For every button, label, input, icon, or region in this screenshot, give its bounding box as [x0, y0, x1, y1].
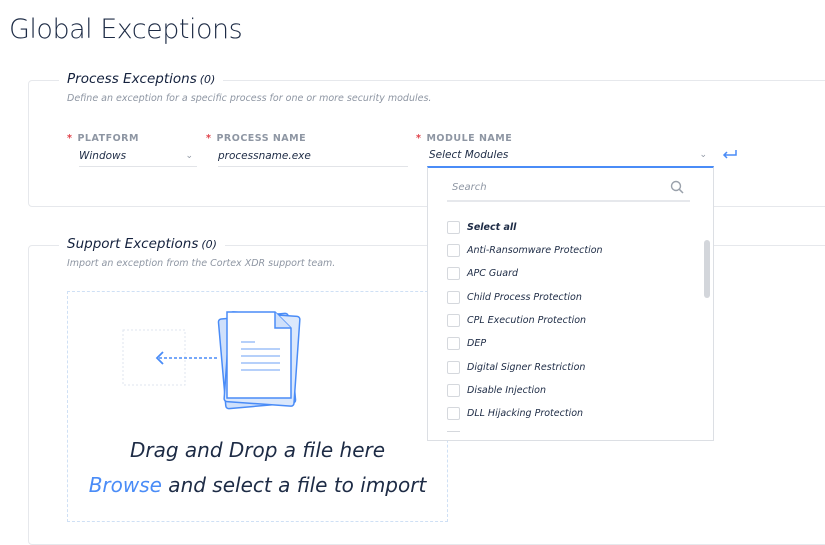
module-option[interactable]: APC Guard [447, 267, 519, 281]
required-mark: * [206, 133, 212, 144]
label-text: PLATFORM [77, 133, 139, 144]
checkbox[interactable] [447, 407, 460, 421]
next-item-partial [447, 431, 460, 432]
option-label: DEP [467, 338, 487, 350]
platform-value: Windows [79, 150, 127, 162]
process-name-input[interactable]: processname.exe [218, 150, 408, 167]
checkbox[interactable] [447, 221, 460, 234]
select-all-option[interactable]: Select all [447, 221, 516, 234]
checkbox[interactable] [447, 383, 460, 397]
option-label: Anti-Ransomware Protection [467, 245, 603, 256]
option-label: DLL Hijacking Protection [467, 408, 584, 420]
module-option[interactable]: Disable Injection [447, 383, 546, 397]
option-label: Select all [467, 222, 517, 233]
browse-link[interactable]: Browse [89, 473, 162, 497]
search-icon [670, 180, 684, 194]
process-name-value: processname.exe [218, 150, 311, 162]
module-option[interactable]: DLL Hijacking Protection [447, 407, 584, 421]
file-drop-zone[interactable]: Drag and Drop a file here Browse and sel… [67, 291, 448, 522]
count: (0) [199, 73, 216, 86]
label-text: MODULE NAME [426, 133, 513, 144]
option-label: Child Process Protection [467, 291, 582, 303]
chevron-down-icon: ⌄ [699, 150, 707, 160]
option-label: Digital Signer Restriction [467, 361, 586, 373]
file-upload-illustration [122, 311, 301, 410]
module-value: Select Modules [429, 149, 509, 161]
module-option[interactable]: Anti-Ransomware Protection [447, 244, 603, 257]
chevron-down-icon: ⌄ [185, 151, 193, 161]
section-title: Process Exceptions [67, 71, 197, 87]
support-exceptions-title: Support Exceptions (0) [59, 236, 225, 252]
checkbox[interactable] [447, 337, 460, 351]
support-exceptions-description: Import an exception from the Cortex XDR … [67, 258, 336, 269]
required-mark: * [67, 133, 73, 144]
platform-select[interactable]: Windows ⌄ [79, 150, 197, 167]
checkbox[interactable] [447, 244, 460, 257]
module-dropdown: Search Select all Anti-Ransomware Protec… [427, 166, 714, 441]
module-option[interactable]: DEP [447, 337, 487, 351]
module-option[interactable]: CPL Execution Protection [447, 313, 587, 327]
drop-instruction: Drag and Drop a file here [129, 438, 386, 462]
checkbox[interactable] [447, 267, 460, 281]
browse-rest-text: and select a file to import [161, 473, 427, 497]
checkbox[interactable] [447, 360, 460, 374]
module-name-label: * MODULE NAME [416, 133, 512, 144]
option-label: APC Guard [467, 268, 519, 280]
checkbox[interactable] [447, 313, 460, 327]
process-exceptions-title: Process Exceptions (0) [59, 71, 224, 87]
module-option[interactable]: Child Process Protection [447, 290, 582, 304]
required-mark: * [416, 133, 422, 144]
scrollbar-thumb[interactable] [704, 240, 710, 298]
module-search-input[interactable]: Search [447, 178, 690, 202]
platform-label: * PLATFORM [67, 133, 139, 144]
module-select[interactable]: Select Modules ⌄ [429, 149, 713, 165]
search-placeholder: Search [452, 182, 487, 193]
module-option[interactable]: Digital Signer Restriction [447, 360, 586, 374]
process-name-label: * PROCESS NAME [206, 133, 306, 144]
count: (0) [201, 238, 217, 251]
label-text: PROCESS NAME [216, 133, 307, 144]
enter-icon[interactable] [722, 149, 738, 159]
option-label: CPL Execution Protection [467, 314, 587, 326]
process-exceptions-description: Define an exception for a specific proce… [67, 93, 432, 104]
checkbox[interactable] [447, 290, 460, 304]
browse-line: Browse and select a file to import [68, 473, 447, 497]
page-title: Global Exceptions [9, 14, 243, 45]
option-label: Disable Injection [467, 384, 546, 396]
section-title: Support Exceptions [67, 236, 199, 252]
